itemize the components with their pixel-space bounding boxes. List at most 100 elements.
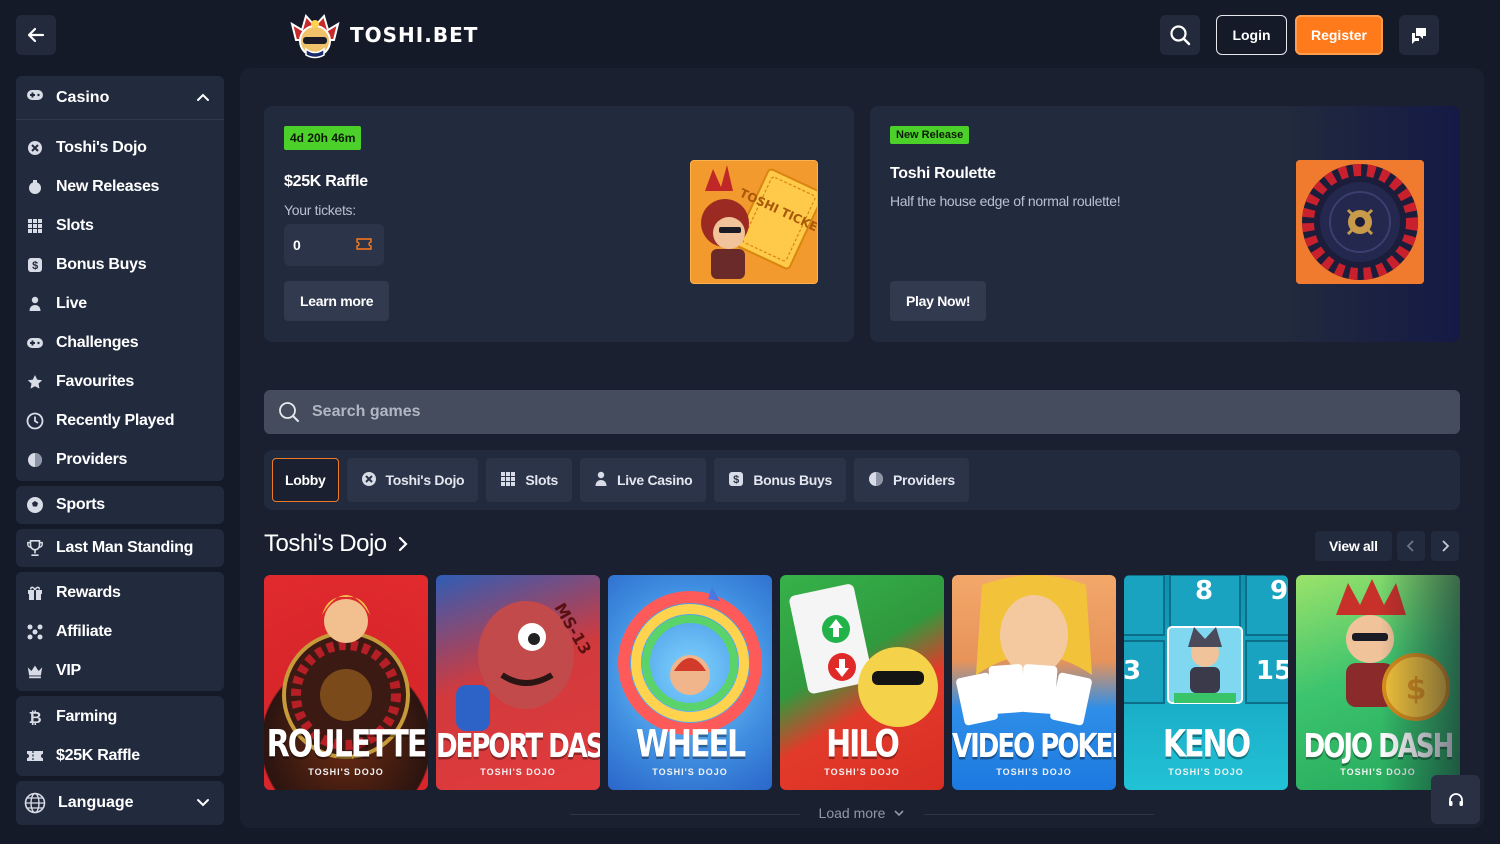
casino-toggle[interactable]: Casino	[16, 76, 224, 120]
sidebar-item-label: Providers	[56, 450, 128, 468]
ticket-icon	[356, 238, 372, 250]
search-placeholder: Search games	[312, 403, 421, 420]
sidebar-item-last-man-standing[interactable]: Last Man Standing	[16, 529, 224, 567]
provider-icon	[868, 471, 884, 490]
game-card-keno[interactable]: 8 9 3 15 KENO TOSHI'S DOJO	[1124, 575, 1288, 790]
chevron-down-icon	[894, 810, 905, 817]
sidebar-item-challenges[interactable]: Challenges	[16, 323, 224, 362]
sidebar-item-rewards[interactable]: Rewards	[16, 573, 224, 612]
person-icon	[26, 295, 44, 313]
tab-live-casino[interactable]: Live Casino	[580, 458, 707, 502]
sidebar-item-label: Affiliate	[56, 622, 112, 640]
game-card-video-poker[interactable]: VIDEO POKER TOSHI'S DOJO	[952, 575, 1116, 790]
tab-providers[interactable]: Providers	[854, 458, 969, 502]
search-button[interactable]	[1160, 15, 1200, 55]
main-panel: 4d 20h 46m $25K Raffle Your tickets: 0 L…	[240, 68, 1484, 828]
svg-text:3: 3	[1124, 656, 1141, 686]
view-all-button[interactable]: View all	[1315, 531, 1392, 561]
roulette-title: Toshi Roulette	[890, 165, 996, 182]
search-icon	[1170, 25, 1191, 46]
game-card-hilo[interactable]: HILO TOSHI'S DOJO	[780, 575, 944, 790]
tab-label: Toshi's Dojo	[385, 472, 465, 488]
sidebar-item-slots[interactable]: Slots	[16, 206, 224, 245]
clock-icon	[26, 412, 44, 430]
sidebar-item-live[interactable]: Live	[16, 284, 224, 323]
support-button[interactable]	[1431, 775, 1480, 824]
tickets-count: 0	[293, 237, 301, 253]
svg-text:8: 8	[1195, 576, 1213, 606]
sidebar-item-label: Sports	[56, 496, 105, 513]
sidebar-item-bonus-buys[interactable]: $ Bonus Buys	[16, 245, 224, 284]
login-button[interactable]: Login	[1216, 15, 1287, 55]
tab-lobby[interactable]: Lobby	[272, 458, 339, 502]
search-icon	[279, 402, 299, 422]
sidebar-item-vip[interactable]: VIP	[16, 651, 224, 690]
gamepad-icon	[26, 334, 44, 352]
section-title-toshis-dojo[interactable]: Toshi's Dojo	[264, 530, 409, 558]
game-title: WHEEL	[635, 722, 746, 767]
game-title: DEPORT DASH	[436, 728, 600, 766]
sidebar-item-recently-played[interactable]: Recently Played	[16, 401, 224, 440]
sidebar-item-favourites[interactable]: Favourites	[16, 362, 224, 401]
sidebar-item-farming[interactable]: ₿ Farming	[16, 697, 224, 736]
language-selector[interactable]: Language	[16, 781, 224, 825]
trophy-icon	[26, 539, 44, 557]
play-now-button[interactable]: Play Now!	[890, 281, 987, 321]
language-label: Language	[58, 794, 134, 811]
game-card-roulette[interactable]: ROULETTE TOSHI'S DOJO	[264, 575, 428, 790]
load-more-label: Load more	[818, 805, 886, 821]
sidebar-item-raffle[interactable]: $25K Raffle	[16, 736, 224, 775]
back-button[interactable]	[16, 15, 56, 55]
sidebar-item-label: Live	[56, 294, 87, 312]
tab-slots[interactable]: Slots	[486, 458, 573, 502]
carousel-next-button[interactable]	[1431, 531, 1459, 561]
sidebar-item-affiliate[interactable]: Affiliate	[16, 612, 224, 651]
raffle-title: $25K Raffle	[284, 173, 368, 190]
sidebar: Casino Toshi's Dojo New Releases Slots $…	[16, 76, 224, 830]
rewards-group: Rewards Affiliate VIP	[16, 572, 224, 691]
chat-button[interactable]	[1399, 15, 1439, 55]
sidebar-item-label: Challenges	[56, 333, 139, 351]
gift-icon	[26, 584, 44, 602]
register-button[interactable]: Register	[1295, 15, 1383, 55]
sidebar-item-new-releases[interactable]: New Releases	[16, 167, 224, 206]
gamepad-icon	[26, 88, 44, 107]
carousel-prev-button[interactable]	[1397, 531, 1425, 561]
logo[interactable]: TOSHI.BET	[288, 10, 478, 60]
sidebar-item-label: VIP	[56, 661, 81, 679]
sidebar-item-label: Rewards	[56, 583, 121, 601]
sidebar-item-toshis-dojo[interactable]: Toshi's Dojo	[16, 128, 224, 167]
logo-text: TOSHI.BET	[350, 23, 479, 47]
sidebar-item-label: Slots	[56, 216, 94, 234]
sidebar-item-label: Recently Played	[56, 411, 175, 429]
search-games-field[interactable]: Search games	[264, 390, 1460, 434]
dollar-icon: $	[728, 471, 744, 490]
game-card-deport-dash[interactable]: MS-13 DEPORT DASH TOSHI'S DOJO	[436, 575, 600, 790]
language-group: Language	[16, 781, 224, 825]
section-title-text: Toshi's Dojo	[264, 530, 387, 557]
game-studio: TOSHI'S DOJO	[824, 767, 900, 777]
tab-label: Bonus Buys	[753, 472, 833, 488]
chat-icon	[1412, 28, 1426, 44]
load-more-button[interactable]: Load more	[240, 805, 1484, 821]
sidebar-item-sports[interactable]: Sports	[16, 486, 224, 524]
tab-bonus-buys[interactable]: $ Bonus Buys	[714, 458, 847, 502]
tab-toshis-dojo[interactable]: Toshi's Dojo	[346, 458, 479, 502]
game-studio: TOSHI'S DOJO	[652, 767, 728, 777]
farming-group: ₿ Farming $25K Raffle	[16, 696, 224, 776]
svg-text:15: 15	[1256, 656, 1288, 686]
svg-text:$: $	[1406, 672, 1427, 707]
samurai-logo-icon	[290, 13, 340, 59]
tab-label: Lobby	[285, 472, 326, 488]
chevron-right-icon	[398, 536, 408, 552]
learn-more-button[interactable]: Learn more	[284, 281, 390, 321]
game-card-wheel[interactable]: WHEEL TOSHI'S DOJO	[608, 575, 772, 790]
tickets-count-box: 0	[284, 224, 384, 266]
chevron-down-icon	[197, 799, 209, 807]
game-studio: TOSHI'S DOJO	[308, 767, 384, 777]
game-studio: TOSHI'S DOJO	[1168, 767, 1244, 777]
game-card-dojo-dash[interactable]: $ DOJO DASH TOSHI'S DOJO	[1296, 575, 1460, 790]
raffle-promo-card: 4d 20h 46m $25K Raffle Your tickets: 0 L…	[264, 106, 854, 342]
sidebar-item-providers[interactable]: Providers	[16, 440, 224, 479]
category-tabs: Lobby Toshi's Dojo Slots Live Casino $ B…	[264, 450, 1460, 510]
